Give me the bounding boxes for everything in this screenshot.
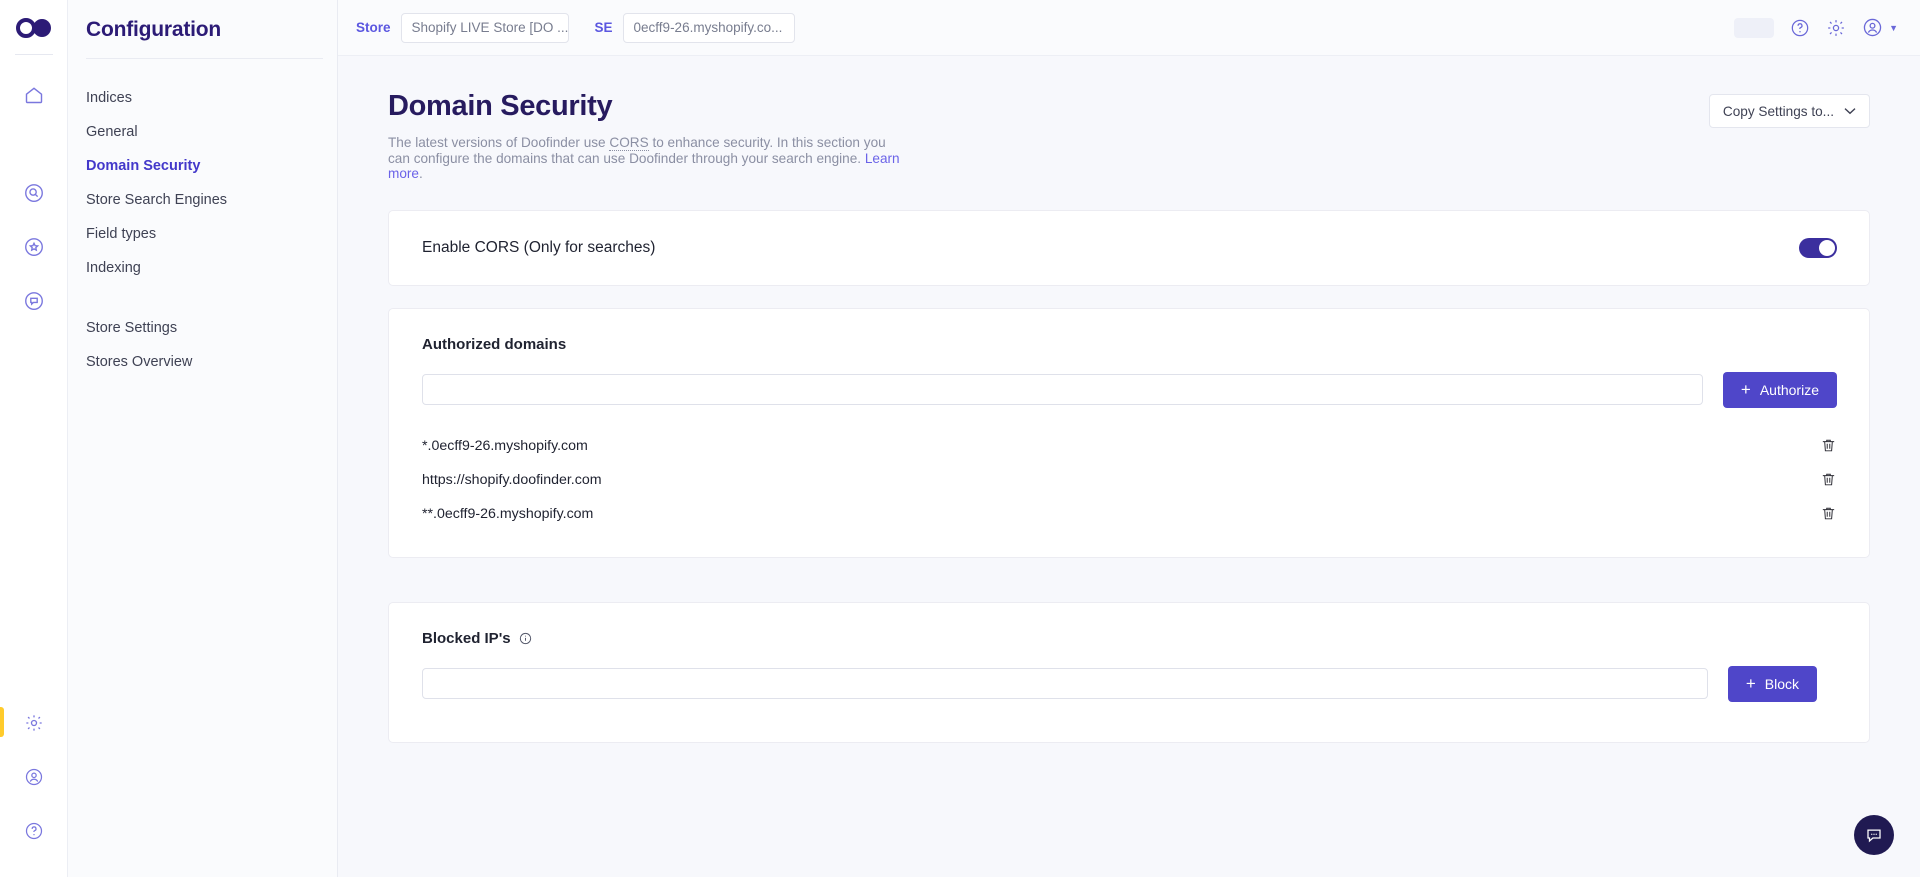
authorized-domain-list: *.0ecff9-26.myshopify.com https://shopif… [422, 429, 1837, 531]
cors-abbr: CORS [609, 135, 649, 151]
sidebar-item-indexing[interactable]: Indexing [68, 251, 337, 285]
rail-item-messages[interactable] [12, 279, 56, 323]
topbar-placeholder-block [1734, 17, 1775, 38]
gear-icon [24, 713, 44, 733]
help-circle-icon[interactable] [1790, 18, 1810, 38]
page-header: Domain Security The latest versions of D… [388, 90, 1870, 182]
chat-bubble-icon [1865, 826, 1883, 844]
rail-bottom-group [0, 701, 68, 863]
authorize-button[interactable]: + Authorize [1722, 371, 1837, 408]
rail-divider [14, 54, 53, 55]
sidebar-item-domain-security[interactable]: Domain Security [68, 149, 337, 183]
main-area: Store Shopify LIVE Store [DO ... ▼ SE 0e… [338, 0, 1920, 877]
list-item: *.0ecff9-26.myshopify.com [422, 429, 1837, 463]
store-select[interactable]: Shopify LIVE Store [DO ... ▼ [400, 12, 569, 43]
rail-item-account[interactable] [12, 755, 56, 799]
blocked-ips-label: Blocked IP's [422, 629, 511, 647]
info-icon[interactable] [519, 632, 532, 645]
copy-settings-button[interactable]: Copy Settings to... [1708, 94, 1870, 128]
blocked-ips-title: Blocked IP's [422, 630, 1837, 647]
chevron-down-icon [1844, 107, 1856, 115]
sidebar-item-store-settings[interactable]: Store Settings [68, 311, 337, 345]
sidebar-item-field-types[interactable]: Field types [68, 217, 337, 251]
topbar: Store Shopify LIVE Store [DO ... ▼ SE 0e… [338, 0, 1920, 56]
page-header-text: Domain Security The latest versions of D… [388, 90, 908, 182]
desc-text-1: The latest versions of Doofinder use [388, 135, 610, 150]
desc-period: . [418, 166, 423, 182]
icon-rail [0, 0, 68, 877]
cors-card: Enable CORS (Only for searches) [388, 209, 1870, 286]
plus-icon: + [1745, 674, 1756, 694]
authorized-domains-input-row: + Authorize [422, 371, 1837, 408]
trash-icon[interactable] [1820, 505, 1837, 522]
copy-settings-label: Copy Settings to... [1722, 103, 1834, 119]
chat-icon [23, 290, 45, 312]
rail-item-search[interactable] [12, 171, 56, 215]
trash-icon[interactable] [1820, 437, 1837, 454]
sidebar-item-stores-overview[interactable]: Stores Overview [68, 345, 337, 379]
support-chat-button[interactable] [1854, 815, 1894, 855]
blocked-ip-input[interactable] [422, 668, 1708, 700]
sidebar-item-store-search-engines[interactable]: Store Search Engines [68, 183, 337, 217]
plus-icon: + [1740, 380, 1751, 400]
store-selector-label: Store [356, 20, 391, 35]
cors-toggle-label: Enable CORS (Only for searches) [422, 238, 656, 256]
authorized-domains-title: Authorized domains [422, 335, 567, 353]
block-button[interactable]: + Block [1727, 665, 1817, 702]
domain-value: *.0ecff9-26.myshopify.com [422, 437, 588, 454]
rail-item-settings[interactable] [0, 701, 56, 745]
se-select-value: 0ecff9-26.myshopify.co... [633, 20, 783, 35]
doofinder-logo[interactable] [15, 18, 52, 38]
cors-toggle[interactable] [1799, 237, 1837, 258]
authorize-button-label: Authorize [1759, 381, 1819, 398]
authorized-domains-body: Authorized domains + Authorize *.0ecff9-… [389, 309, 1869, 557]
domain-value: **.0ecff9-26.myshopify.com [422, 505, 594, 522]
authorized-domain-input[interactable] [422, 374, 1703, 406]
content-region: Domain Security The latest versions of D… [338, 56, 1920, 877]
blocked-ips-body: Blocked IP's + Block [389, 603, 1869, 742]
domain-value: https://shopify.doofinder.com [422, 471, 602, 488]
user-icon [24, 767, 44, 787]
se-select[interactable]: 0ecff9-26.myshopify.co... ▼ [622, 12, 795, 43]
search-icon [23, 182, 45, 204]
gear-icon[interactable] [1826, 18, 1846, 38]
topbar-icons: ▼ [1734, 17, 1898, 38]
trash-icon[interactable] [1820, 471, 1837, 488]
list-item: **.0ecff9-26.myshopify.com [422, 497, 1837, 531]
sidebar-title: Configuration [86, 18, 222, 41]
rail-item-favorites[interactable] [12, 225, 56, 269]
rail-item-help[interactable] [12, 809, 56, 853]
authorized-domains-card: Authorized domains + Authorize *.0ecff9-… [388, 307, 1870, 558]
blocked-ips-input-row: + Block [422, 665, 1837, 702]
sidebar-divider [86, 58, 323, 59]
block-button-label: Block [1764, 675, 1799, 692]
sidebar-item-general[interactable]: General [68, 115, 337, 149]
page-title: Domain Security [388, 90, 613, 122]
rail-item-home[interactable] [12, 73, 56, 117]
help-icon [24, 821, 44, 841]
cors-toggle-knob [1819, 239, 1835, 256]
page-description: The latest versions of Doofinder use COR… [388, 135, 908, 182]
store-select-value: Shopify LIVE Store [DO ... [411, 20, 569, 35]
home-icon [24, 85, 44, 105]
star-icon [23, 236, 45, 258]
user-circle-icon[interactable] [1862, 17, 1883, 38]
sidebar-item-indices[interactable]: Indices [68, 81, 337, 115]
se-selector-label: SE [594, 20, 613, 35]
list-item: https://shopify.doofinder.com [422, 463, 1837, 497]
blocked-ips-card: Blocked IP's + Block [388, 601, 1870, 743]
config-sidebar: Configuration Indices General Domain Sec… [68, 0, 338, 877]
account-chevron-down-icon[interactable]: ▼ [1889, 23, 1898, 33]
